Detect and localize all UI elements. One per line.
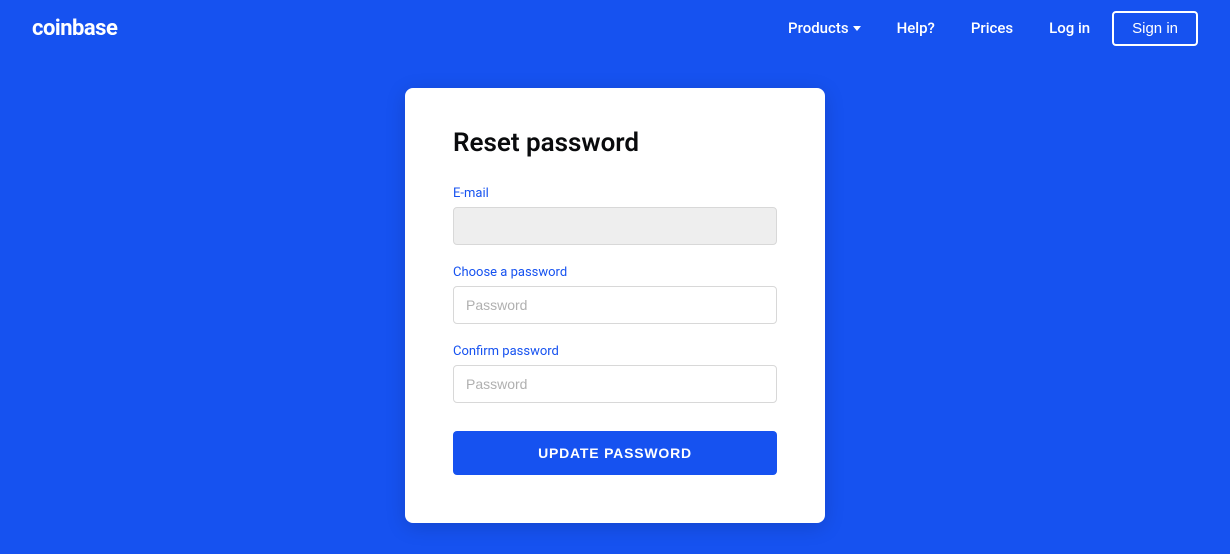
nav-prices[interactable]: Prices [957,11,1027,45]
confirm-input[interactable] [453,365,777,403]
password-group: Choose a password [453,265,777,324]
card-title: Reset password [453,128,777,158]
header: coinbase Products Help? Prices Log in Si… [0,0,1230,56]
nav-login[interactable]: Log in [1035,11,1104,45]
password-input[interactable] [453,286,777,324]
email-group: E-mail [453,186,777,245]
email-label: E-mail [453,186,777,201]
reset-password-card: Reset password E-mail Choose a password … [405,88,825,523]
logo: coinbase [32,16,117,41]
nav-products[interactable]: Products [774,11,875,45]
update-password-button[interactable]: UPDATE PASSWORD [453,431,777,475]
nav-help[interactable]: Help? [883,11,949,45]
chevron-down-icon [853,26,861,31]
confirm-label: Confirm password [453,344,777,359]
email-input[interactable] [453,207,777,245]
nav-signin-button[interactable]: Sign in [1112,11,1198,46]
main-content: Reset password E-mail Choose a password … [0,56,1230,554]
nav: Products Help? Prices Log in Sign in [774,11,1198,46]
products-label: Products [788,19,849,37]
password-label: Choose a password [453,265,777,280]
confirm-group: Confirm password [453,344,777,403]
